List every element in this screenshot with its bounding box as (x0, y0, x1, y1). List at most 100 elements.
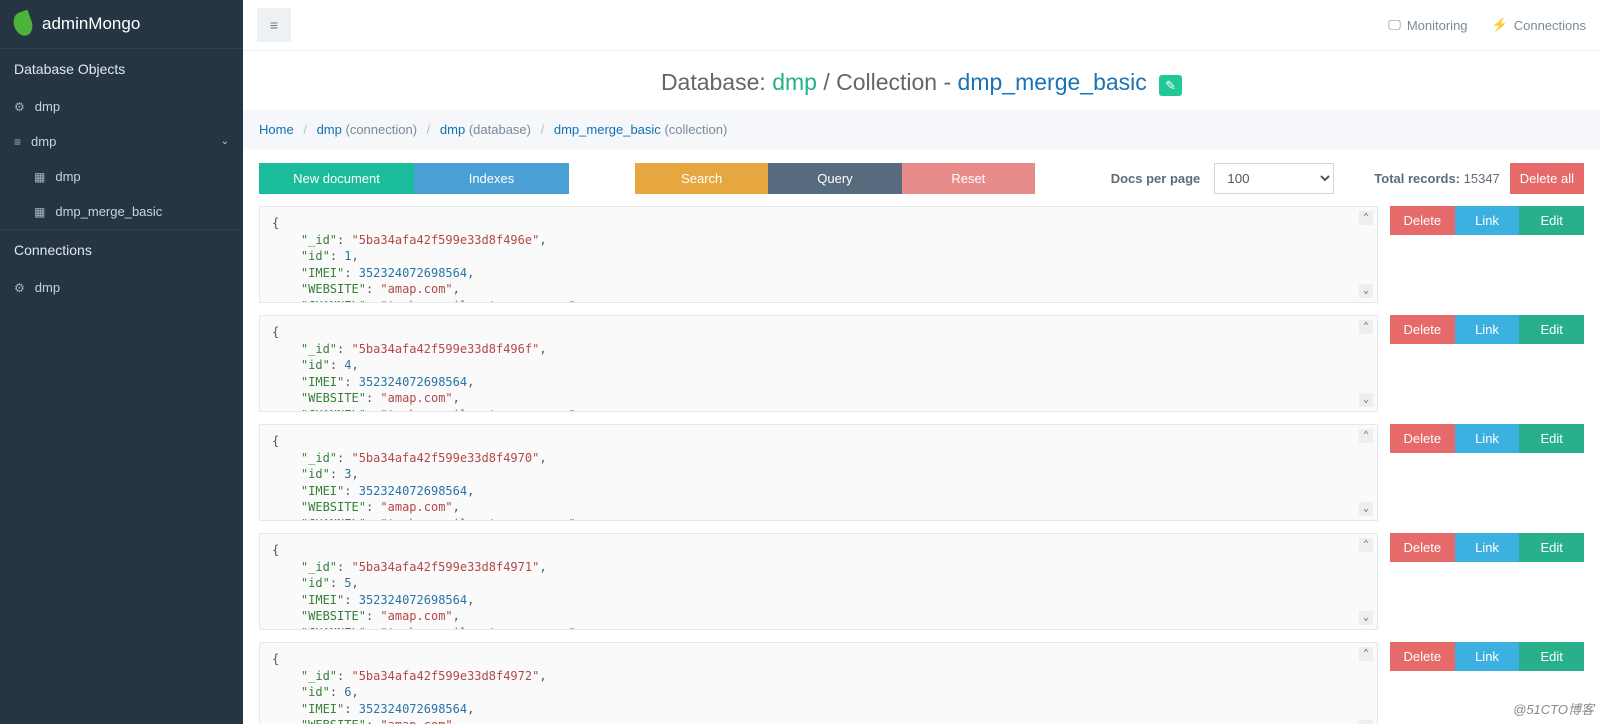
scroll-up-icon[interactable]: ⌃ (1359, 647, 1373, 661)
delete-button[interactable]: Delete (1390, 206, 1455, 235)
title-mid: / Collection - (817, 69, 958, 95)
link-button[interactable]: Link (1455, 315, 1520, 344)
document-row: { "_id": "5ba34afa42f599e33d8f4971", "id… (259, 533, 1584, 630)
title-prefix: Database: (661, 69, 772, 95)
sidebar-section-connections: Connections (0, 229, 243, 270)
delete-button[interactable]: Delete (1390, 642, 1455, 671)
connections-label: Connections (1514, 18, 1586, 33)
link-button[interactable]: Link (1455, 206, 1520, 235)
document-row: { "_id": "5ba34afa42f599e33d8f4972", "id… (259, 642, 1584, 724)
delete-button[interactable]: Delete (1390, 424, 1455, 453)
brand-text: adminMongo (42, 14, 140, 34)
reset-button[interactable]: Reset (902, 163, 1035, 194)
document-json[interactable]: { "_id": "5ba34afa42f599e33d8f496f", "id… (259, 315, 1378, 412)
scroll-down-icon[interactable]: ⌄ (1359, 393, 1373, 407)
sidebar-item-database-dmp[interactable]: ≡ dmp ⌄ (0, 124, 243, 159)
chevron-down-icon: ⌄ (221, 136, 229, 147)
table-icon: ▦ (34, 205, 45, 219)
link-button[interactable]: Link (1455, 533, 1520, 562)
breadcrumb-connection[interactable]: dmp (317, 122, 342, 137)
edit-button[interactable]: Edit (1519, 533, 1584, 562)
content: New document Indexes Search Query Reset … (243, 149, 1600, 724)
indexes-button[interactable]: Indexes (414, 163, 569, 194)
monitoring-link[interactable]: 🖵 Monitoring (1388, 17, 1467, 33)
scroll-up-icon[interactable]: ⌃ (1359, 211, 1373, 225)
scroll-down-icon[interactable]: ⌄ (1359, 611, 1373, 625)
edit-button[interactable]: Edit (1519, 315, 1584, 344)
sidebar-item-label: dmp_merge_basic (55, 204, 162, 219)
plug-icon: ⚡ (1492, 17, 1508, 33)
document-json[interactable]: { "_id": "5ba34afa42f599e33d8f4970", "id… (259, 424, 1378, 521)
plug-icon: ⚙ (14, 100, 25, 114)
breadcrumb-sep: / (297, 122, 313, 137)
breadcrumb-conn-suffix: (connection) (345, 122, 417, 137)
document-json[interactable]: { "_id": "5ba34afa42f599e33d8f496e", "id… (259, 206, 1378, 303)
breadcrumb: Home / dmp (connection) / dmp (database)… (243, 110, 1600, 149)
scroll-down-icon[interactable]: ⌄ (1359, 284, 1373, 298)
sidebar-item-collection-dmp[interactable]: ▦ dmp (0, 159, 243, 194)
breadcrumb-coll-suffix: (collection) (664, 122, 727, 137)
scroll-up-icon[interactable]: ⌃ (1359, 320, 1373, 334)
document-row: { "_id": "5ba34afa42f599e33d8f496e", "id… (259, 206, 1584, 303)
sidebar-item-label: dmp (31, 134, 56, 149)
brand: adminMongo (0, 0, 243, 48)
edit-button[interactable]: Edit (1519, 424, 1584, 453)
delete-button[interactable]: Delete (1390, 533, 1455, 562)
sidebar-item-collection-dmp-merge-basic[interactable]: ▦ dmp_merge_basic (0, 194, 243, 229)
document-actions: DeleteLinkEdit (1390, 315, 1584, 344)
breadcrumb-sep: / (421, 122, 437, 137)
page-title: Database: dmp / Collection - dmp_merge_b… (243, 51, 1600, 110)
breadcrumb-database[interactable]: dmp (440, 122, 465, 137)
sidebar-item-conn-dmp[interactable]: ⚙ dmp (0, 270, 243, 305)
title-database: dmp (772, 69, 817, 95)
edit-button[interactable]: Edit (1519, 206, 1584, 235)
delete-button[interactable]: Delete (1390, 315, 1455, 344)
document-actions: DeleteLinkEdit (1390, 424, 1584, 453)
sidebar-item-label: dmp (35, 280, 60, 295)
monitor-icon: 🖵 (1388, 17, 1401, 33)
breadcrumb-db-suffix: (database) (469, 122, 531, 137)
document-actions: DeleteLinkEdit (1390, 642, 1584, 671)
plug-icon: ⚙ (14, 281, 25, 295)
document-row: { "_id": "5ba34afa42f599e33d8f496f", "id… (259, 315, 1584, 412)
document-actions: DeleteLinkEdit (1390, 533, 1584, 562)
query-button[interactable]: Query (768, 163, 901, 194)
link-button[interactable]: Link (1455, 424, 1520, 453)
total-records: Total records: 15347 (1374, 171, 1500, 186)
sidebar-item-label: dmp (55, 169, 80, 184)
search-button[interactable]: Search (635, 163, 768, 194)
docs-per-page-label: Docs per page (1111, 171, 1201, 186)
scroll-down-icon[interactable]: ⌄ (1359, 502, 1373, 516)
total-value: 15347 (1464, 171, 1500, 186)
breadcrumb-sep: / (535, 122, 551, 137)
delete-all-button[interactable]: Delete all (1510, 163, 1584, 194)
mongo-leaf-icon (10, 10, 35, 39)
edit-button[interactable]: Edit (1519, 642, 1584, 671)
scroll-down-icon[interactable]: ⌄ (1359, 720, 1373, 724)
document-json[interactable]: { "_id": "5ba34afa42f599e33d8f4972", "id… (259, 642, 1378, 724)
watermark: @51CTO博客 (1513, 699, 1594, 718)
new-document-button[interactable]: New document (259, 163, 414, 194)
total-label: Total records: (1374, 171, 1463, 186)
scroll-up-icon[interactable]: ⌃ (1359, 429, 1373, 443)
sidebar-item-label: dmp (35, 99, 60, 114)
document-actions: DeleteLinkEdit (1390, 206, 1584, 235)
document-row: { "_id": "5ba34afa42f599e33d8f4970", "id… (259, 424, 1584, 521)
title-collection: dmp_merge_basic (958, 69, 1147, 95)
scroll-up-icon[interactable]: ⌃ (1359, 538, 1373, 552)
sidebar-section-database-objects: Database Objects (0, 48, 243, 89)
hamburger-button[interactable]: ≡ (257, 8, 291, 42)
topbar: ≡ 🖵 Monitoring ⚡ Connections (243, 0, 1600, 51)
edit-collection-button[interactable]: ✎ (1159, 75, 1182, 96)
breadcrumb-home[interactable]: Home (259, 122, 294, 137)
sidebar: adminMongo Database Objects ⚙ dmp ≡ dmp … (0, 0, 243, 724)
link-button[interactable]: Link (1455, 642, 1520, 671)
sidebar-item-connection-dmp[interactable]: ⚙ dmp (0, 89, 243, 124)
docs-per-page-select[interactable]: 100 (1214, 163, 1334, 194)
breadcrumb-collection[interactable]: dmp_merge_basic (554, 122, 661, 137)
table-icon: ▦ (34, 170, 45, 184)
document-json[interactable]: { "_id": "5ba34afa42f599e33d8f4971", "id… (259, 533, 1378, 630)
control-bar: New document Indexes Search Query Reset … (259, 163, 1584, 194)
main: ≡ 🖵 Monitoring ⚡ Connections Database: d… (243, 0, 1600, 724)
connections-link[interactable]: ⚡ Connections (1492, 17, 1586, 33)
